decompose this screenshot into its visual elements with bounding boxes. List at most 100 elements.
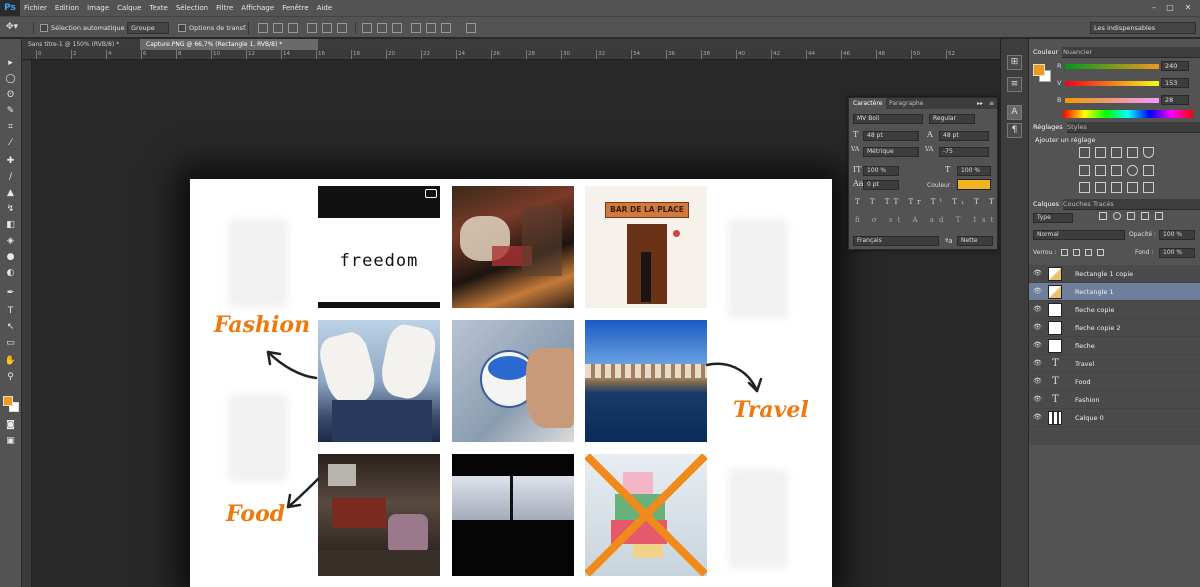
distribute-top-icon[interactable] [362,23,372,33]
menu-selection[interactable]: Sélection [172,4,212,12]
tab-calques[interactable]: Calques [1029,199,1063,210]
lock-all-icon[interactable] [1097,249,1104,256]
menu-fenetre[interactable]: Fenêtre [278,4,312,12]
vibrance-adjust-icon[interactable] [1143,147,1154,158]
document-canvas[interactable]: freedom BAR DE LA PLACE Fashion Travel F… [190,179,832,587]
screen-mode-icon[interactable]: ▣ [4,435,17,448]
vertical-scale-field[interactable]: 100 % [863,166,899,176]
brush-tool-icon[interactable]: / [4,171,17,184]
layer-row[interactable]: 👁 T Travel [1029,355,1200,373]
distribute-vcenter-icon[interactable] [377,23,387,33]
menu-aide[interactable]: Aide [313,4,336,12]
selective-color-adjust-icon[interactable] [1127,182,1138,193]
align-hcenter-icon[interactable] [322,23,332,33]
close-button[interactable]: ✕ [1182,2,1194,13]
channel-mixer-adjust-icon[interactable] [1143,165,1154,176]
language-dropdown[interactable]: Français [853,236,939,246]
layer-row[interactable]: 👁 Rectangle 1 [1029,283,1200,301]
tab-couleur[interactable]: Couleur [1029,47,1063,58]
text-color-swatch[interactable] [957,179,991,190]
visibility-eye-icon[interactable]: 👁 [1033,396,1042,403]
visibility-eye-icon[interactable]: 👁 [1033,378,1042,385]
type-tool-icon[interactable]: T [4,305,17,318]
threshold-adjust-icon[interactable] [1111,182,1122,193]
pen-tool-icon[interactable]: ✒ [4,287,17,300]
visibility-eye-icon[interactable]: 👁 [1033,270,1042,277]
tab-styles[interactable]: Styles [1063,122,1091,133]
stamp-tool-icon[interactable]: ▲ [4,187,17,200]
antialias-dropdown[interactable]: Nette [957,236,993,246]
lock-position-icon[interactable] [1085,249,1092,256]
layer-row[interactable]: 👁 fleche copie 2 [1029,319,1200,337]
align-left-icon[interactable] [307,23,317,33]
tab-caractere[interactable]: Caractère [849,98,887,109]
curves-adjust-icon[interactable] [1111,147,1122,158]
leading-field[interactable]: 48 pt [939,131,989,141]
gradient-map-adjust-icon[interactable] [1143,182,1154,193]
shape-tool-icon[interactable]: ▭ [4,337,17,350]
foreground-color-swatch[interactable] [3,396,13,406]
filter-shape-icon[interactable] [1141,212,1149,220]
blue-slider[interactable] [1065,98,1159,103]
auto-select-checkbox[interactable] [40,24,48,32]
levels-adjust-icon[interactable] [1095,147,1106,158]
align-bottom-icon[interactable] [288,23,298,33]
tab-reglages[interactable]: Réglages [1029,122,1067,133]
opentype-buttons[interactable]: ﬁ σ st A ad T 1st ½ [855,216,1012,224]
history-icon[interactable]: ⊞ [1007,55,1022,70]
align-top-icon[interactable] [258,23,268,33]
foreground-color-swatch[interactable] [1033,64,1045,76]
align-right-icon[interactable] [337,23,347,33]
menu-texte[interactable]: Texte [145,4,171,12]
color-spectrum-bar[interactable] [1063,110,1193,118]
zoom-tool-icon[interactable]: ⚲ [4,371,17,384]
brightness-adjust-icon[interactable] [1079,147,1090,158]
quick-mask-icon[interactable]: ◙ [4,419,17,432]
tracking-field[interactable]: -75 [939,147,989,157]
transform-options-checkbox[interactable] [178,24,186,32]
paragraph-icon[interactable]: ¶ [1007,123,1022,138]
font-size-field[interactable]: 48 pt [863,131,919,141]
tab-paragraphe[interactable]: Paragraphe [885,98,927,109]
distribute-left-icon[interactable] [411,23,421,33]
filter-type-icon[interactable] [1127,212,1135,220]
tab-sans-titre[interactable]: Sans titre-1 @ 150% (RVB/8) * [22,39,140,50]
dodge-tool-icon[interactable]: ◐ [4,267,17,280]
menu-image[interactable]: Image [83,4,113,12]
visibility-eye-icon[interactable]: 👁 [1033,324,1042,331]
align-vcenter-icon[interactable] [273,23,283,33]
distribute-bottom-icon[interactable] [392,23,402,33]
marquee-tool-icon[interactable]: ◯ [4,73,17,86]
quick-select-tool-icon[interactable]: ✎ [4,105,17,118]
maximize-button[interactable]: □ [1164,2,1176,13]
red-slider[interactable] [1065,64,1159,69]
hand-tool-icon[interactable]: ✋ [4,355,17,368]
distribute-hcenter-icon[interactable] [426,23,436,33]
blue-value[interactable]: 28 [1161,95,1189,105]
visibility-eye-icon[interactable]: 👁 [1033,360,1042,367]
panel-collapse-icon[interactable]: ▸▸ [977,100,983,107]
fill-field[interactable]: 100 % [1159,248,1195,258]
layer-row[interactable]: 👁 fleche [1029,337,1200,355]
crop-tool-icon[interactable]: ⌗ [4,121,17,134]
blend-mode-dropdown[interactable]: Normal [1033,230,1125,240]
green-value[interactable]: 153 [1161,78,1189,88]
color-balance-adjust-icon[interactable] [1095,165,1106,176]
tab-traces[interactable]: Tracés [1089,199,1118,210]
posterize-adjust-icon[interactable] [1095,182,1106,193]
type-style-buttons[interactable]: T T TT Tr T¹ T₁ T T [855,198,994,206]
photo-filter-adjust-icon[interactable] [1127,165,1138,176]
menu-filtre[interactable]: Filtre [212,4,237,12]
menu-fichier[interactable]: Fichier [20,4,51,12]
font-style-field[interactable]: Regular [929,114,975,124]
character-icon[interactable]: A [1007,105,1022,120]
auto-align-icon[interactable] [466,23,476,33]
lock-pixels-icon[interactable] [1073,249,1080,256]
horizontal-scale-field[interactable]: 100 % [957,166,991,176]
workspace-dropdown[interactable]: Les indispensables [1090,22,1196,34]
history-brush-tool-icon[interactable]: ↯ [4,203,17,216]
blur-tool-icon[interactable]: ● [4,251,17,264]
panel-menu-icon[interactable]: ≡ [989,100,994,107]
opacity-field[interactable]: 100 % [1159,230,1195,240]
layer-filter-dropdown[interactable]: Type [1033,213,1073,223]
